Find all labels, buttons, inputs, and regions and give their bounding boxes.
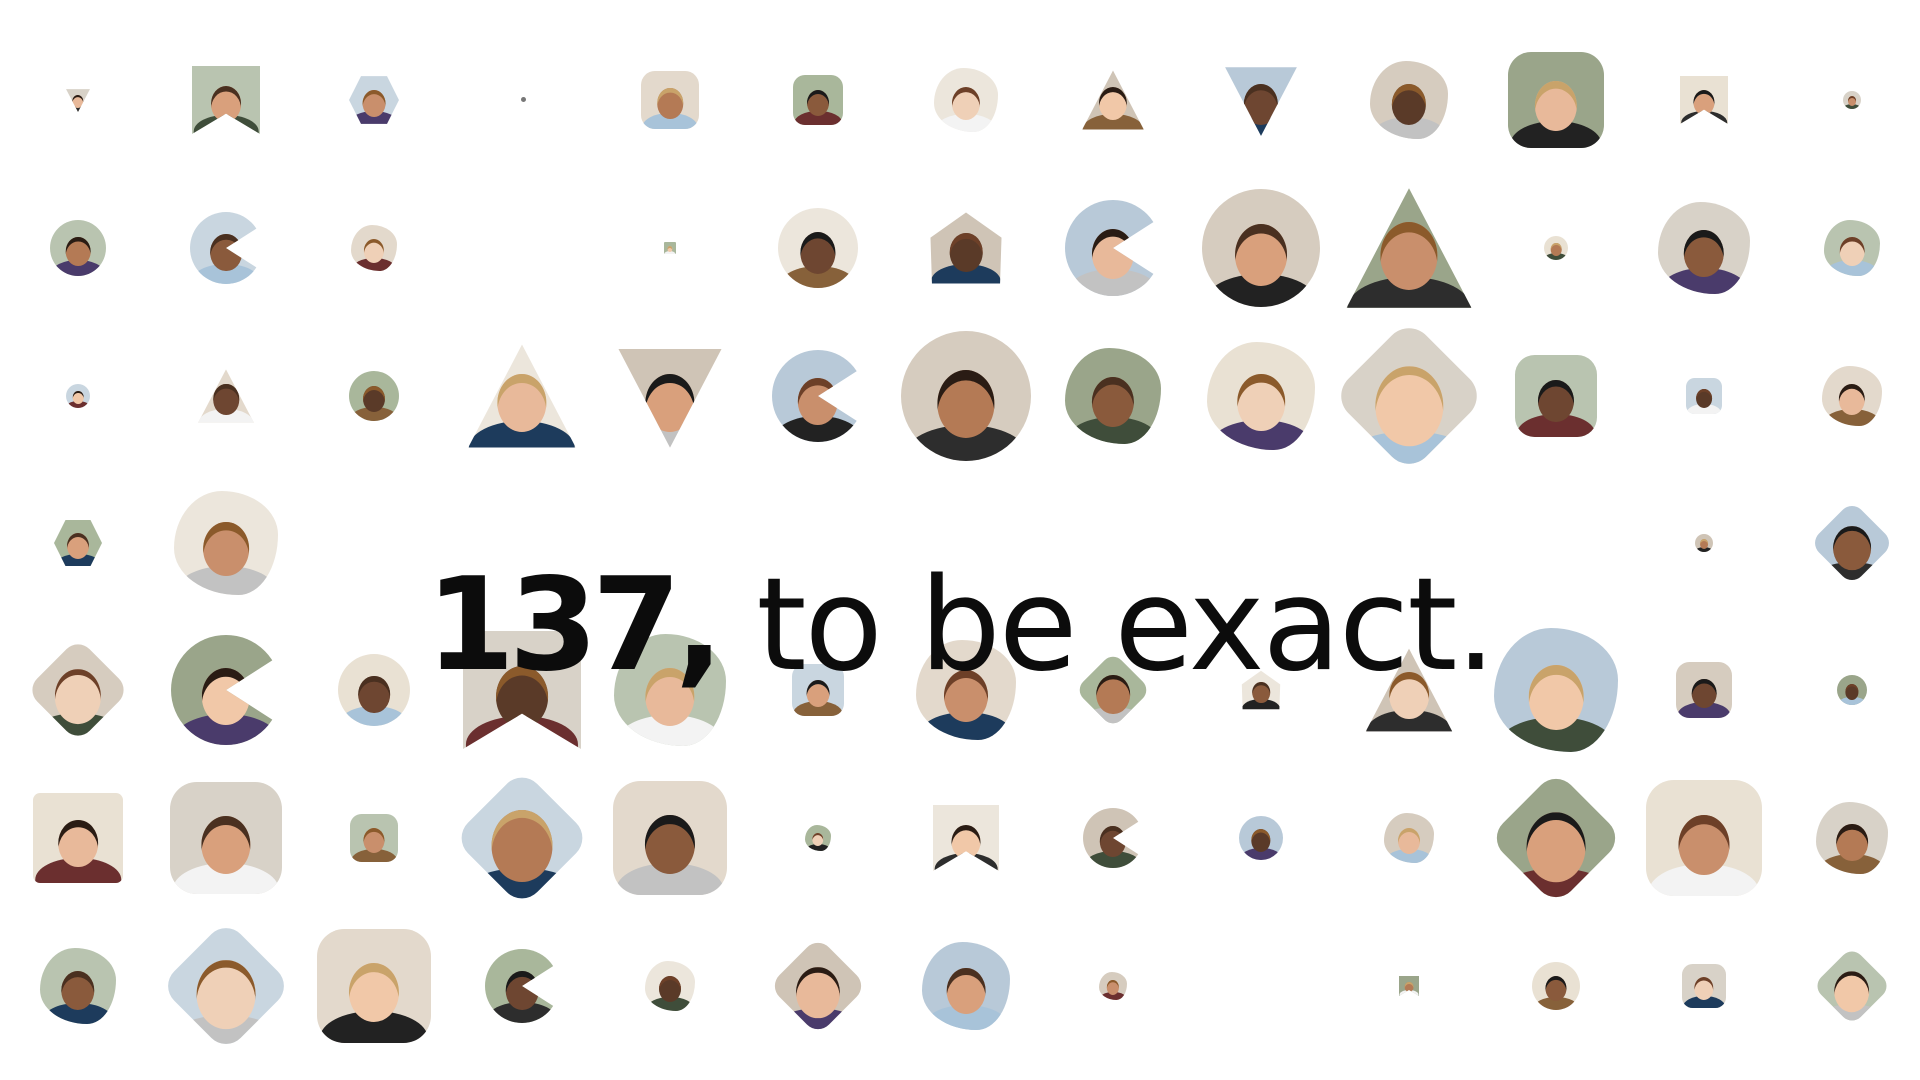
person-avatar-icon	[192, 66, 260, 134]
person-avatar-icon	[1225, 67, 1297, 136]
person-avatar-icon	[350, 814, 398, 862]
person-avatar-icon	[1488, 770, 1624, 906]
headline-number: 137,	[425, 550, 724, 700]
person-avatar-icon	[1331, 318, 1487, 474]
person-avatar-icon	[1682, 964, 1726, 1008]
avatar-grid	[0, 0, 1920, 1080]
person-avatar-icon	[317, 929, 431, 1043]
person-avatar-icon	[645, 961, 695, 1011]
person-avatar-icon	[1508, 52, 1604, 148]
person-avatar-icon	[40, 948, 116, 1024]
person-avatar-icon	[170, 782, 282, 894]
person-avatar-icon	[901, 331, 1031, 461]
person-avatar-icon	[1822, 366, 1882, 426]
person-avatar-icon	[930, 212, 1002, 284]
person-avatar-icon	[468, 344, 576, 448]
person-avatar-icon	[198, 369, 254, 423]
person-avatar-icon	[1065, 200, 1161, 296]
person-avatar-icon	[1399, 976, 1419, 996]
person-avatar-icon	[934, 68, 998, 132]
person-avatar-icon	[664, 242, 676, 254]
person-avatar-icon	[1680, 76, 1728, 124]
person-avatar-icon	[1843, 91, 1861, 109]
person-avatar-icon	[1515, 355, 1597, 437]
person-avatar-icon	[922, 942, 1010, 1030]
person-avatar-icon	[1544, 236, 1568, 260]
person-avatar-icon	[1384, 813, 1434, 863]
person-avatar-icon	[641, 71, 699, 129]
person-avatar-icon	[1658, 202, 1750, 294]
person-avatar-icon	[1695, 534, 1713, 552]
person-avatar-icon	[1370, 61, 1448, 139]
person-avatar-icon	[66, 384, 90, 408]
person-avatar-icon	[33, 793, 123, 883]
person-avatar-icon	[1646, 780, 1762, 896]
person-avatar-icon	[772, 350, 864, 442]
person-avatar-icon	[933, 805, 999, 871]
person-avatar-icon	[1239, 816, 1283, 860]
person-avatar-icon	[1532, 962, 1580, 1010]
person-avatar-icon	[1207, 342, 1315, 450]
person-avatar-icon	[618, 348, 722, 448]
person-avatar-icon	[1082, 70, 1144, 130]
headline: 137, to be exact.	[0, 555, 1920, 696]
person-avatar-icon	[349, 371, 399, 421]
person-avatar-icon	[190, 212, 262, 284]
person-avatar-icon	[1686, 378, 1722, 414]
dot-icon	[521, 97, 526, 102]
person-avatar-icon	[1065, 348, 1161, 444]
person-avatar-icon	[613, 781, 727, 895]
person-avatar-icon	[1346, 188, 1472, 308]
person-avatar-icon	[50, 220, 106, 276]
person-avatar-icon	[1202, 189, 1320, 307]
person-avatar-icon	[485, 949, 559, 1023]
person-avatar-icon	[1824, 220, 1880, 276]
person-avatar-icon	[1099, 972, 1127, 1000]
person-avatar-icon	[778, 208, 858, 288]
person-avatar-icon	[66, 89, 90, 112]
person-avatar-icon	[159, 919, 293, 1053]
headline-text: to be exact.	[717, 550, 1496, 700]
person-avatar-icon	[768, 936, 868, 1036]
person-avatar-icon	[1812, 946, 1892, 1026]
person-avatar-icon	[793, 75, 843, 125]
person-avatar-icon	[452, 768, 592, 908]
person-avatar-icon	[1083, 808, 1143, 868]
person-avatar-icon	[349, 76, 399, 124]
person-avatar-icon	[351, 225, 397, 271]
person-avatar-icon	[1816, 802, 1888, 874]
person-avatar-icon	[805, 825, 831, 851]
